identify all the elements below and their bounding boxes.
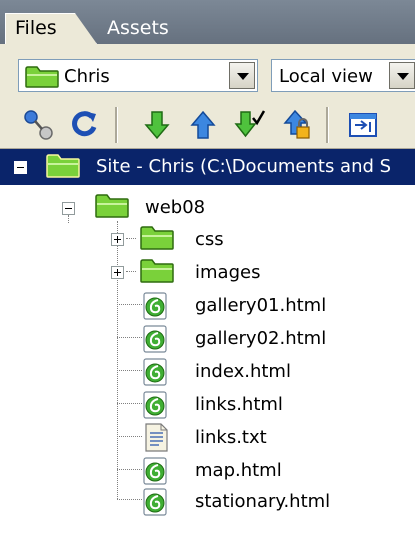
check-in-icon[interactable] (280, 108, 314, 142)
collapse-web08-toggle[interactable] (62, 202, 75, 215)
folder-icon (46, 154, 80, 182)
tab-assets[interactable]: Assets (107, 17, 169, 39)
text-file-icon (145, 423, 169, 457)
get-files-icon[interactable] (140, 108, 174, 142)
tree-item-label: gallery02.html (195, 328, 327, 349)
tree-item-file[interactable]: gallery02.html (0, 322, 415, 355)
site-dropdown[interactable]: Chris (18, 59, 258, 92)
html-file-icon (143, 391, 169, 423)
file-tree: Site - Chris (C:\Documents and S web08 c… (0, 149, 415, 538)
folder-icon (140, 259, 174, 287)
expand-panel-icon[interactable] (346, 108, 380, 142)
html-file-icon (143, 325, 169, 357)
tree-item-file[interactable]: links.txt (0, 421, 415, 454)
html-file-icon (143, 488, 169, 520)
tree-item-file[interactable]: index.html (0, 355, 415, 388)
tree-item-file[interactable]: map.html (0, 454, 415, 487)
site-dropdown-value: Chris (64, 66, 110, 87)
refresh-icon[interactable] (68, 108, 102, 142)
tree-item-label: stationary.html (195, 491, 331, 512)
tree-root-label: Site - Chris (C:\Documents and S (96, 156, 392, 177)
tree-item-folder[interactable]: images (0, 256, 415, 289)
folder-icon (95, 194, 129, 222)
tab-files-label[interactable]: Files (15, 17, 57, 39)
tree-item-label: web08 (145, 197, 206, 218)
connect-icon[interactable] (22, 108, 56, 142)
tree-item-file[interactable]: links.html (0, 388, 415, 421)
folder-icon (25, 66, 59, 92)
tree-item-label: links.html (195, 394, 283, 415)
view-dropdown-value: Local view (279, 66, 373, 87)
html-file-icon (143, 292, 169, 324)
tree-item-label: images (195, 262, 261, 283)
expand-folder-toggle[interactable] (111, 233, 124, 246)
tree-item-web08[interactable]: web08 (0, 191, 415, 224)
expand-folder-toggle[interactable] (111, 266, 124, 279)
tree-root-row[interactable]: Site - Chris (C:\Documents and S (0, 149, 415, 185)
tree-item-label: css (195, 229, 224, 250)
view-dropdown-arrow[interactable] (389, 62, 415, 89)
collapse-root-toggle[interactable] (14, 161, 27, 174)
tree-item-label: map.html (195, 460, 282, 481)
view-dropdown[interactable]: Local view (271, 59, 415, 92)
tree-item-label: index.html (195, 361, 291, 382)
put-files-icon[interactable] (186, 108, 220, 142)
check-out-icon[interactable] (232, 108, 266, 142)
folder-icon (140, 226, 174, 254)
files-panel: Files Assets Chris Local view Site - Chr… (0, 0, 415, 538)
html-file-icon (143, 358, 169, 390)
site-dropdown-arrow[interactable] (229, 62, 255, 89)
tree-item-file[interactable]: gallery01.html (0, 289, 415, 322)
tree-item-label: gallery01.html (195, 295, 327, 316)
tree-item-file[interactable]: stationary.html (0, 485, 415, 518)
tree-item-folder[interactable]: css (0, 223, 415, 256)
toolbar-separator (115, 107, 118, 143)
toolbar-separator (326, 107, 329, 143)
tree-item-label: links.txt (195, 427, 267, 448)
